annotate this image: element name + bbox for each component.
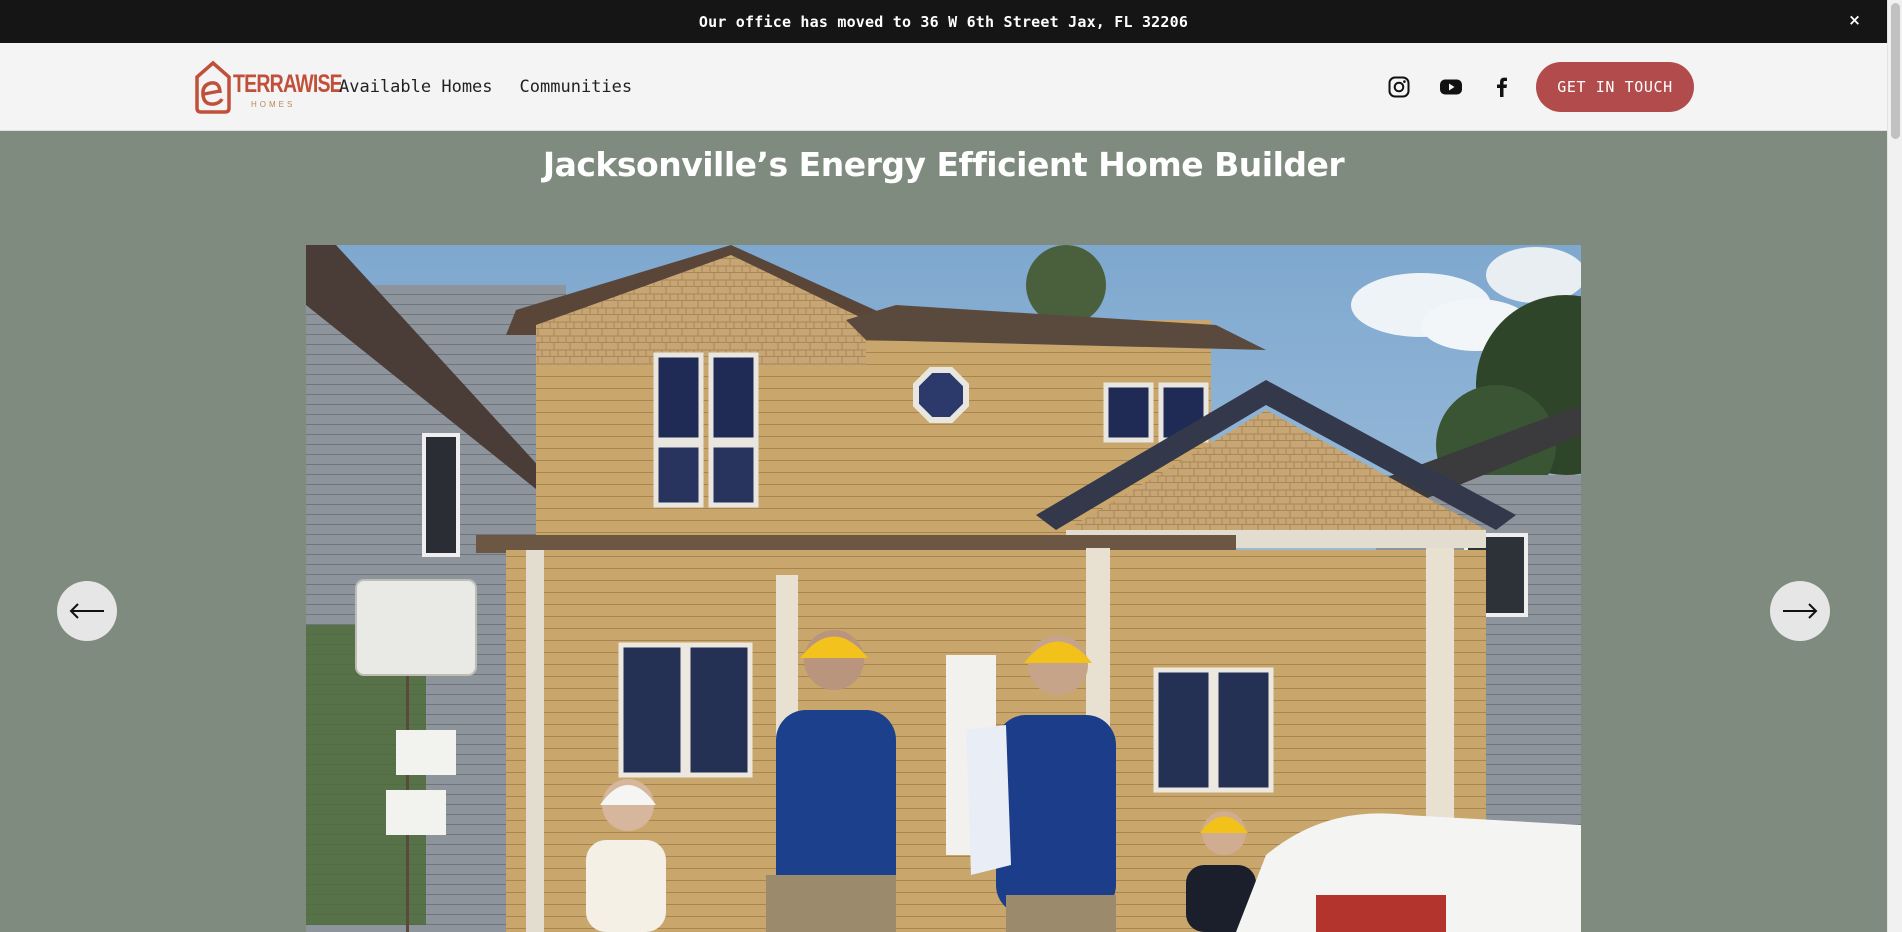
arrow-right-icon xyxy=(1783,603,1818,619)
logo-wordmark: TERRAWISE xyxy=(233,70,343,98)
arrow-left-icon xyxy=(69,603,104,619)
logo-subtitle: HOMES xyxy=(251,100,296,109)
nav-communities[interactable]: Communities xyxy=(520,77,633,97)
carousel-next-button[interactable] xyxy=(1770,581,1830,641)
house-photo xyxy=(306,245,1581,932)
site-header: TERRAWISE HOMES Available Homes Communit… xyxy=(0,43,1887,131)
youtube-icon[interactable] xyxy=(1439,75,1463,99)
logo[interactable]: TERRAWISE HOMES xyxy=(193,60,343,114)
scrollbar-thumb[interactable] xyxy=(1891,3,1900,139)
facebook-icon[interactable] xyxy=(1490,75,1514,99)
carousel-prev-button[interactable] xyxy=(57,581,117,641)
logo-mark-icon xyxy=(195,60,231,114)
scrollbar[interactable] xyxy=(1887,0,1902,932)
announcement-bar: Our office has moved to 36 W 6th Street … xyxy=(0,0,1887,43)
get-in-touch-button[interactable]: GET IN TOUCH xyxy=(1536,62,1694,112)
close-icon[interactable]: × xyxy=(1848,11,1861,29)
nav-available-homes[interactable]: Available Homes xyxy=(339,77,493,97)
instagram-icon[interactable] xyxy=(1387,75,1411,99)
page-title: Jacksonville’s Energy Efficient Home Bui… xyxy=(542,145,1345,184)
hero-image xyxy=(306,245,1581,932)
main-nav: Available Homes Communities xyxy=(339,77,632,97)
announcement-text: Our office has moved to 36 W 6th Street … xyxy=(698,12,1189,31)
